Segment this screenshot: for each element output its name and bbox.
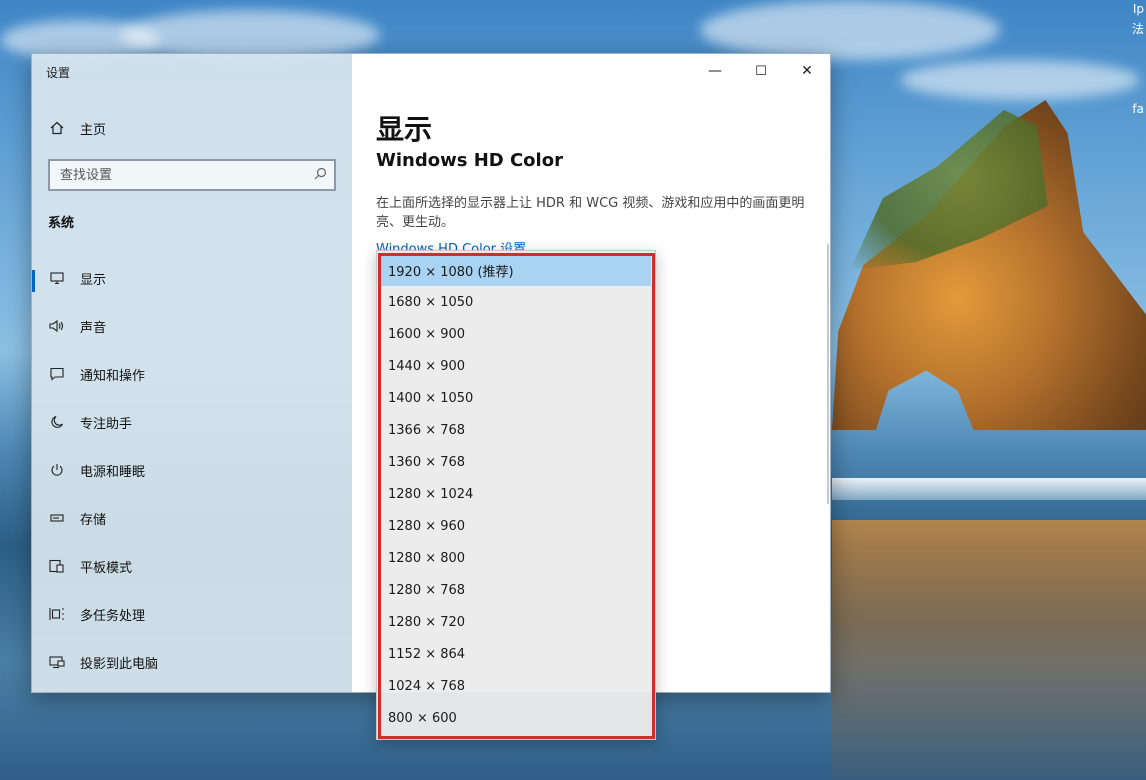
resolution-option[interactable]: 1280 × 720: [381, 606, 651, 638]
monitor-icon: [48, 269, 66, 287]
resolution-option[interactable]: 1152 × 864: [381, 638, 651, 670]
sidebar-item-tablet-mode[interactable]: 平板模式: [32, 546, 352, 586]
sidebar-item-multitasking[interactable]: 多任务处理: [32, 594, 352, 634]
resolution-option[interactable]: 1280 × 960: [381, 510, 651, 542]
page-title: 显示: [376, 113, 433, 146]
sidebar-item-sound[interactable]: 声音: [32, 306, 352, 346]
resolution-option[interactable]: 1920 × 1080 (推荐): [381, 254, 651, 286]
moon-icon: [48, 413, 66, 431]
notification-icon: [48, 365, 66, 383]
sidebar-item-display[interactable]: 显示: [32, 258, 352, 298]
multitask-icon: [48, 605, 66, 623]
sidebar-item-project-to-pc[interactable]: 投影到此电脑: [32, 642, 352, 682]
sidebar-item-label: 显示: [80, 272, 107, 288]
resolution-option[interactable]: 1440 × 900: [381, 350, 651, 382]
sidebar-item-label: 投影到此电脑: [80, 656, 159, 672]
search-input[interactable]: [50, 167, 306, 183]
storage-icon: [48, 509, 66, 527]
scrollbar[interactable]: [827, 244, 829, 504]
sidebar-item-label: 声音: [80, 320, 107, 336]
search-icon[interactable]: [306, 167, 334, 184]
sidebar-item-label: 电源和睡眠: [80, 464, 146, 480]
resolution-option[interactable]: 1280 × 768: [381, 574, 651, 606]
tablet-icon: [48, 557, 66, 575]
power-icon: [48, 461, 66, 479]
resolution-option[interactable]: 1680 × 1050: [381, 286, 651, 318]
resolution-dropdown-list[interactable]: 1920 × 1080 (推荐) 1680 × 1050 1600 × 900 …: [376, 250, 656, 740]
sidebar-item-power-sleep[interactable]: 电源和睡眠: [32, 450, 352, 490]
home-icon: [48, 119, 66, 137]
section-description: 在上面所选择的显示器上让 HDR 和 WCG 视频、游戏和应用中的画面更明亮、更…: [376, 196, 805, 230]
close-button[interactable]: ✕: [784, 60, 830, 82]
desktop-corner-text: Ip: [1132, 2, 1144, 16]
sidebar-item-label: 通知和操作: [80, 368, 146, 384]
speaker-icon: [48, 317, 66, 335]
resolution-option[interactable]: 1400 × 1050: [381, 382, 651, 414]
search-box[interactable]: [48, 159, 336, 191]
section-title: Windows HD Color: [376, 150, 563, 171]
desktop-corner-text: fa: [1132, 102, 1144, 116]
project-icon: [48, 653, 66, 671]
resolution-option[interactable]: 1600 × 900: [381, 318, 651, 350]
window-title: 设置: [46, 66, 71, 80]
sidebar-item-focus-assist[interactable]: 专注助手: [32, 402, 352, 442]
maximize-button[interactable]: ☐: [738, 60, 784, 82]
sidebar-item-label: 专注助手: [80, 416, 133, 432]
resolution-option[interactable]: 1280 × 1024: [381, 478, 651, 510]
sidebar-item-label: 多任务处理: [80, 608, 146, 624]
sidebar-item-label: 平板模式: [80, 560, 133, 576]
desktop-corner-text: 法: [1131, 22, 1144, 36]
resolution-option[interactable]: 1280 × 800: [381, 542, 651, 574]
sidebar-item-notifications[interactable]: 通知和操作: [32, 354, 352, 394]
resolution-option[interactable]: 1360 × 768: [381, 446, 651, 478]
resolution-option[interactable]: 1366 × 768: [381, 414, 651, 446]
sidebar-item-home[interactable]: 主页: [32, 108, 352, 148]
section-label: 系统: [48, 216, 75, 231]
settings-sidebar: 设置 主页 系统 显示 声音: [32, 54, 352, 692]
sidebar-item-storage[interactable]: 存储: [32, 498, 352, 538]
resolution-option[interactable]: 1024 × 768: [381, 670, 651, 702]
minimize-button[interactable]: —: [692, 60, 738, 82]
sidebar-item-label: 主页: [80, 122, 107, 138]
sidebar-item-label: 存储: [80, 512, 107, 528]
resolution-option[interactable]: 800 × 600: [381, 702, 651, 734]
